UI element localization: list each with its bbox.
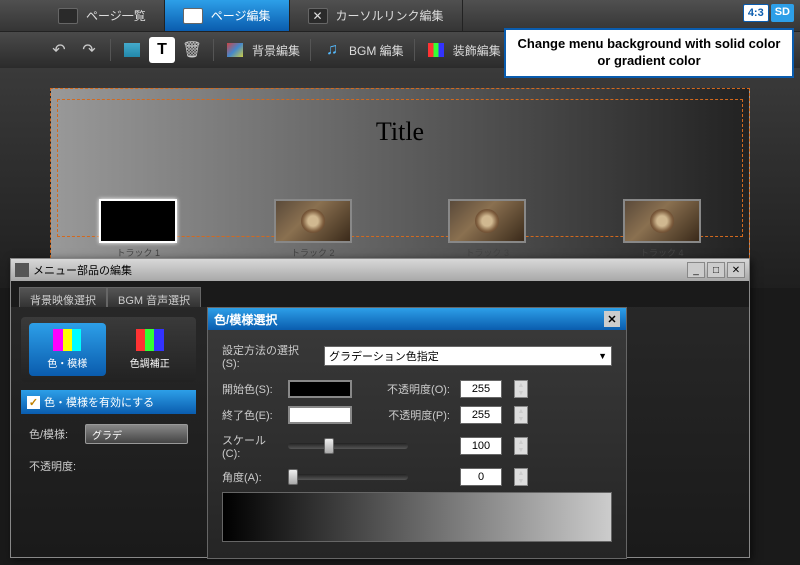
page-list-icon <box>58 8 78 24</box>
image-button[interactable] <box>119 37 145 63</box>
tab-page-list[interactable]: ページ一覧 <box>40 0 165 31</box>
mode-color-pattern[interactable]: 色・模様 <box>29 323 106 376</box>
menu-parts-dialog: メニュー部品の編集 _ □ ✕ 背景映像選択 BGM 音声選択 色・模様 色調補… <box>10 258 750 558</box>
tab-label: ページ編集 <box>211 7 271 24</box>
scale-slider[interactable] <box>288 443 408 449</box>
gradient-button[interactable]: グラデ <box>85 424 188 444</box>
enable-label: 色・模様を有効にする <box>44 394 154 410</box>
end-color-swatch[interactable] <box>288 406 352 424</box>
scale-spinner[interactable]: ▲▼ <box>514 437 528 455</box>
checkbox-icon[interactable]: ✓ <box>27 396 40 409</box>
mode-label: 色調補正 <box>130 355 170 370</box>
color-pattern-subdialog: 色/模様選択 ✕ 設定方法の選択(S): グラデーション色指定 開始色(S): … <box>207 307 627 559</box>
track-thumb-2[interactable] <box>274 199 352 243</box>
color-pattern-icon <box>53 329 81 351</box>
undo-button[interactable]: ↶ <box>46 37 72 63</box>
angle-input[interactable]: 0 <box>460 468 502 486</box>
thumbnail-row: トラック 1 トラック 2 トラック 3 トラック 4 <box>51 199 749 259</box>
menu-canvas[interactable]: Title トラック 1 トラック 2 トラック 3 トラック 4 <box>50 88 750 268</box>
menu-title[interactable]: Title <box>376 117 424 147</box>
tab-label: ページ一覧 <box>86 7 146 24</box>
bg-edit-label[interactable]: 背景編集 <box>252 42 300 59</box>
close-button[interactable]: ✕ <box>727 262 745 278</box>
subdialog-titlebar[interactable]: 色/模様選択 ✕ <box>208 308 626 330</box>
deco-edit-icon[interactable] <box>423 37 449 63</box>
track-thumb-1[interactable] <box>99 199 177 243</box>
redo-button[interactable]: ↷ <box>76 37 102 63</box>
color-pattern-label: 色/模様: <box>29 426 79 442</box>
track-thumb-3[interactable] <box>448 199 526 243</box>
opacity-o-label: 不透明度(O): <box>378 381 450 397</box>
opacity-label: 不透明度: <box>29 458 79 474</box>
format-badges: 4:3 SD <box>743 4 794 22</box>
dialog-tabs: 背景映像選択 BGM 音声選択 <box>11 281 749 307</box>
help-callout: Change menu background with solid color … <box>504 28 794 78</box>
close-icon[interactable]: ✕ <box>604 311 620 327</box>
color-adjust-icon <box>136 329 164 351</box>
end-color-label: 終了色(E): <box>222 407 278 423</box>
page-edit-icon <box>183 8 203 24</box>
opacity-p-spinner[interactable]: ▲▼ <box>514 406 528 424</box>
maximize-button[interactable]: □ <box>707 262 725 278</box>
method-label: 設定方法の選択(S): <box>222 342 314 370</box>
angle-slider[interactable] <box>288 474 408 480</box>
tab-bg-video[interactable]: 背景映像選択 <box>19 287 107 307</box>
bg-edit-icon[interactable] <box>222 37 248 63</box>
scale-label: スケール(C): <box>222 432 278 460</box>
bgm-edit-icon[interactable]: ♫ <box>319 37 345 63</box>
text-button[interactable]: T <box>149 37 175 63</box>
opacity-p-label: 不透明度(P): <box>378 407 450 423</box>
opacity-o-input[interactable]: 255 <box>460 380 502 398</box>
mode-label: 色・模様 <box>47 355 87 370</box>
tab-cursor-link[interactable]: ✕ カーソルリンク編集 <box>290 0 463 31</box>
aspect-ratio-badge: 4:3 <box>743 4 769 22</box>
tab-label: カーソルリンク編集 <box>336 7 444 24</box>
side-panel: 色・模様 色調補正 ✓ 色・模様を有効にする 色/模様: グラデ 不透明度: <box>21 317 196 478</box>
opacity-o-spinner[interactable]: ▲▼ <box>514 380 528 398</box>
start-color-label: 開始色(S): <box>222 381 278 397</box>
delete-button[interactable]: 🗑 <box>179 37 205 63</box>
cursor-link-icon: ✕ <box>308 8 328 24</box>
dialog-titlebar[interactable]: メニュー部品の編集 _ □ ✕ <box>11 259 749 281</box>
enable-color-pattern-row[interactable]: ✓ 色・模様を有効にする <box>21 390 196 414</box>
dialog-title: メニュー部品の編集 <box>33 262 132 278</box>
bgm-edit-label[interactable]: BGM 編集 <box>349 42 404 59</box>
sd-badge: SD <box>771 4 794 22</box>
tab-bgm-audio[interactable]: BGM 音声選択 <box>107 287 201 307</box>
subdialog-title: 色/模様選択 <box>214 311 277 328</box>
scale-input[interactable]: 100 <box>460 437 502 455</box>
angle-spinner[interactable]: ▲▼ <box>514 468 528 486</box>
minimize-button[interactable]: _ <box>687 262 705 278</box>
opacity-p-input[interactable]: 255 <box>460 406 502 424</box>
deco-edit-label[interactable]: 装飾編集 <box>453 42 501 59</box>
start-color-swatch[interactable] <box>288 380 352 398</box>
gradient-preview <box>222 492 612 542</box>
dialog-icon <box>15 263 29 277</box>
method-select[interactable]: グラデーション色指定 <box>324 346 612 366</box>
canvas-area: Title トラック 1 トラック 2 トラック 3 トラック 4 <box>0 68 800 288</box>
track-thumb-4[interactable] <box>623 199 701 243</box>
angle-label: 角度(A): <box>222 469 278 485</box>
mode-color-adjust[interactable]: 色調補正 <box>112 323 189 376</box>
tab-page-edit[interactable]: ページ編集 <box>165 0 290 31</box>
